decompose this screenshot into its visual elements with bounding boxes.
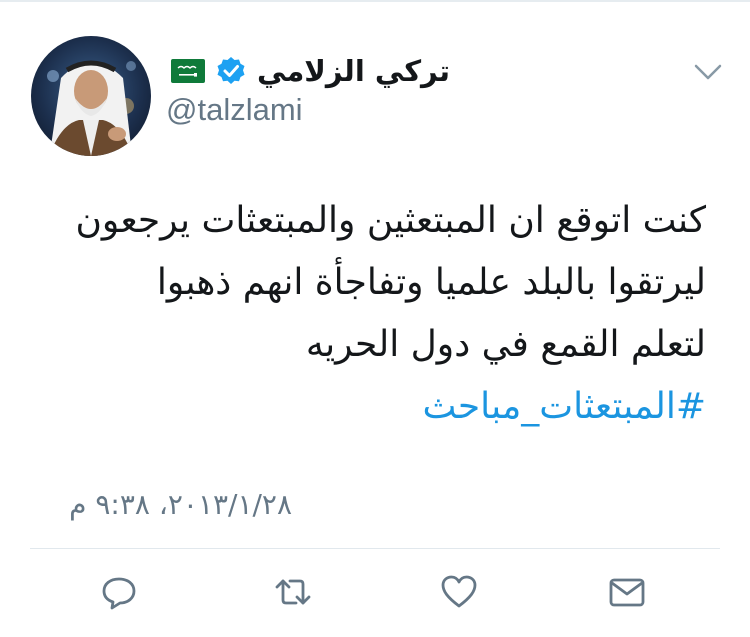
tweet-card: تركي الزلامي @talzlami كنت اتوقع ان المب…	[0, 0, 750, 637]
tweet-text: كنت اتوقع ان المبتعثين والمبتعثات يرجعون…	[26, 190, 706, 438]
tweet-actions-bar	[0, 572, 750, 616]
tweet-timestamp[interactable]: ٢٠١٣/١/٢٨، ٩:٣٨ م	[69, 488, 292, 522]
direct-message-button[interactable]	[605, 572, 649, 616]
author-display-name[interactable]: تركي الزلامي	[257, 53, 450, 89]
hashtag-link[interactable]: #المبتعثات_مباحث	[26, 376, 706, 438]
tweet-text-line: ليرتقوا بالبلد علميا وتفاجأة انهم ذهبوا	[156, 262, 706, 303]
reply-button[interactable]	[97, 572, 141, 616]
author-name-row: تركي الزلامي	[171, 53, 450, 89]
verified-badge-icon	[215, 55, 247, 87]
saudi-arabia-flag-icon	[171, 59, 205, 83]
like-button[interactable]	[437, 572, 481, 616]
actions-divider	[30, 548, 720, 549]
envelope-icon	[607, 572, 647, 616]
chevron-down-icon[interactable]	[692, 58, 724, 86]
retweet-icon	[273, 572, 313, 616]
tweet-text-line: كنت اتوقع ان المبتعثين والمبتعثات يرجعون	[75, 200, 706, 241]
heart-icon	[439, 572, 479, 616]
avatar[interactable]	[31, 36, 151, 156]
top-divider	[0, 0, 750, 2]
retweet-button[interactable]	[271, 572, 315, 616]
reply-icon	[99, 572, 139, 616]
author-handle[interactable]: @talzlami	[166, 92, 303, 128]
tweet-text-line: لتعلم القمع في دول الحريه	[305, 324, 706, 365]
